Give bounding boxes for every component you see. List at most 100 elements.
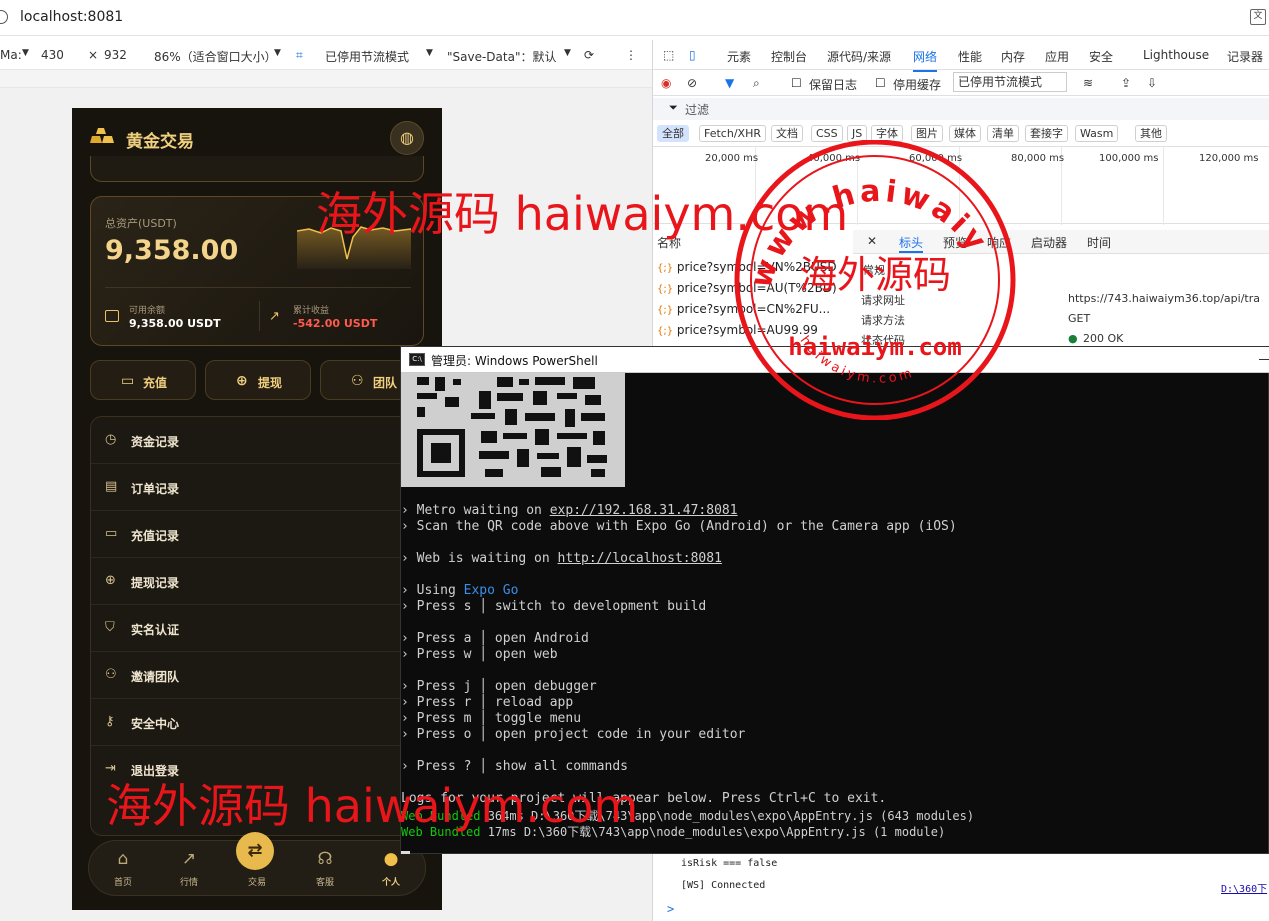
status-code-value: 200 OK [1083,332,1124,345]
tab-sources[interactable]: 源代码/来源 [827,48,891,65]
metro-url-link[interactable]: exp://192.168.31.47:8081 [550,503,738,518]
withdraw-button[interactable]: ⊕ 提现 [205,360,311,400]
tab-application[interactable]: 应用 [1045,48,1069,65]
available-label: 可用余额 [129,306,166,316]
device-select[interactable]: Ma: [0,48,22,62]
tab-security[interactable]: 安全 [1089,48,1113,65]
menu-item-invite-team[interactable]: ⚇ 邀请团队 [91,652,425,699]
terminal-line: › Press s │ switch to development build [401,599,707,614]
search-icon[interactable]: ⌕ [753,76,760,91]
menu-label: 安全中心 [131,717,180,731]
web-url-link[interactable]: http://localhost:8081 [558,551,722,566]
wallet-icon: ▭ [121,373,135,389]
deposit-button[interactable]: ▭ 充值 [90,360,196,400]
type-all[interactable]: 全部 [657,125,689,142]
console-prompt[interactable]: > [667,902,674,916]
save-data-select[interactable]: "Save-Data"：默认 [447,48,556,65]
tab-performance[interactable]: 性能 [958,48,982,65]
console-source-link[interactable]: D:\360下 [1221,880,1267,895]
tab-home[interactable]: ⌂ 首页 [93,841,153,897]
console-line: isRisk === false [681,858,778,869]
watermark: 海外源码 haiwaiym.com [106,779,639,833]
chevron-down-icon[interactable]: ▼ [22,48,29,58]
menu-label: 资金记录 [131,435,180,449]
timeline-tick: 120,000 ms [1199,153,1259,164]
menu-item-security[interactable]: ⚷ 安全中心 [91,699,425,746]
chevron-down-icon[interactable]: ▼ [274,48,281,58]
tab-market[interactable]: ↗ 行情 [159,841,219,897]
tab-support[interactable]: ☊ 客服 [295,841,355,897]
minimize-icon[interactable] [1259,359,1269,360]
filter-input[interactable]: 过滤 [685,101,709,118]
height-input[interactable]: 932 [104,48,127,62]
zoom-select[interactable]: 86%（适合窗口大小） [154,48,277,65]
menu-item-verification[interactable]: ⛉ 实名认证 [91,605,425,652]
terminal-line: › Scan the QR code above with Expo Go (A… [401,519,957,534]
upload-icon[interactable]: ⇪ [1121,76,1131,90]
clear-icon[interactable]: ⊘ [687,76,697,90]
menu-item-withdraw-records[interactable]: ⊕ 提现记录 [91,558,425,605]
inspect-icon[interactable]: ⌗ [296,48,303,63]
width-input[interactable]: 430 [41,48,64,62]
disable-cache-checkbox[interactable]: ☐ [875,76,886,90]
tab-label: 首页 [113,878,132,888]
menu-item-deposit-records[interactable]: ▭ 充值记录 [91,511,425,558]
more-icon[interactable]: ⋮ [625,48,637,62]
translate-icon[interactable]: 文 [1250,9,1266,25]
tab-network[interactable]: 网络 [913,48,938,72]
url-text[interactable]: localhost:8081 [20,9,123,25]
powershell-icon: C:\ [409,353,425,366]
asset-label: 总资产(USDT) [105,217,177,230]
tab-memory[interactable]: 内存 [1001,48,1025,65]
download-icon[interactable]: ⇩ [1147,76,1157,90]
tab-lighthouse[interactable]: Lighthouse [1143,48,1209,62]
xhr-icon: {;} [657,326,674,337]
pnl-value: -542.00 USDT [293,317,378,330]
divider [259,301,260,331]
language-globe-icon[interactable]: ◍ [390,121,424,155]
filter-bar[interactable]: ⏷ 过滤 [653,98,1269,120]
menu-item-order-records[interactable]: ▤ 订单记录 [91,464,425,511]
pnl-label: 累计收益 [293,306,330,316]
wifi-icon[interactable]: ≋ [1083,76,1093,90]
tab-label: 行情 [179,878,198,888]
type-other[interactable]: 其他 [1135,125,1167,142]
tab-recorder[interactable]: 记录器 [1227,48,1263,65]
xhr-icon: {;} [657,284,674,295]
tab-elements[interactable]: 元素 [727,48,751,65]
tab-label: 客服 [315,878,334,888]
tab-console[interactable]: 控制台 [771,48,807,65]
divider [105,287,411,288]
terminal-line: › Press r │ reload app [401,695,574,710]
rotate-icon[interactable]: ⟳ [584,48,594,62]
users-icon: ⚇ [105,667,117,682]
type-socket[interactable]: 套接字 [1025,125,1068,142]
inspect-icon[interactable]: ⬚ [663,48,674,62]
key-icon: ⚷ [105,714,115,729]
watermark-stamp: www.haiwaiym.com 海外源码 haiwaiym.com haiwa… [730,140,1016,420]
record-icon[interactable]: ◉ [661,76,671,90]
trade-swap-icon[interactable]: ⇄ [236,832,274,870]
throttle-select[interactable]: 已停用节流模式 [953,72,1068,92]
device-toggle-icon[interactable]: ▯ [689,48,696,62]
deposit-label: 充值 [143,376,168,390]
throttle-select[interactable]: 已停用节流模式 [325,48,409,65]
preserve-log-checkbox[interactable]: ☐ [791,76,802,90]
url-bar[interactable]: localhost:8081 文 [0,0,1269,36]
menu-label: 充值记录 [131,529,180,543]
filter-icon[interactable]: ▼ [725,76,734,90]
type-wasm[interactable]: Wasm [1075,125,1119,142]
menu-item-fund-records[interactable]: ◷ 资金记录 [91,417,425,464]
chevron-down-icon[interactable]: ▼ [426,48,433,58]
team-label: 团队 [373,376,398,390]
request-method-value: GET [1068,312,1091,325]
tab-timing[interactable]: 时间 [1087,234,1111,251]
tab-initiator[interactable]: 启动器 [1031,234,1067,251]
console-line: [WS] Connected [681,880,766,891]
home-icon: ⌂ [117,849,129,869]
chevron-down-icon[interactable]: ▼ [564,48,571,58]
timeline-tick: 100,000 ms [1099,153,1159,164]
arrow-up-circle-icon: ⊕ [105,573,116,588]
site-info-icon[interactable] [0,10,8,24]
menu-label: 实名认证 [131,623,180,637]
